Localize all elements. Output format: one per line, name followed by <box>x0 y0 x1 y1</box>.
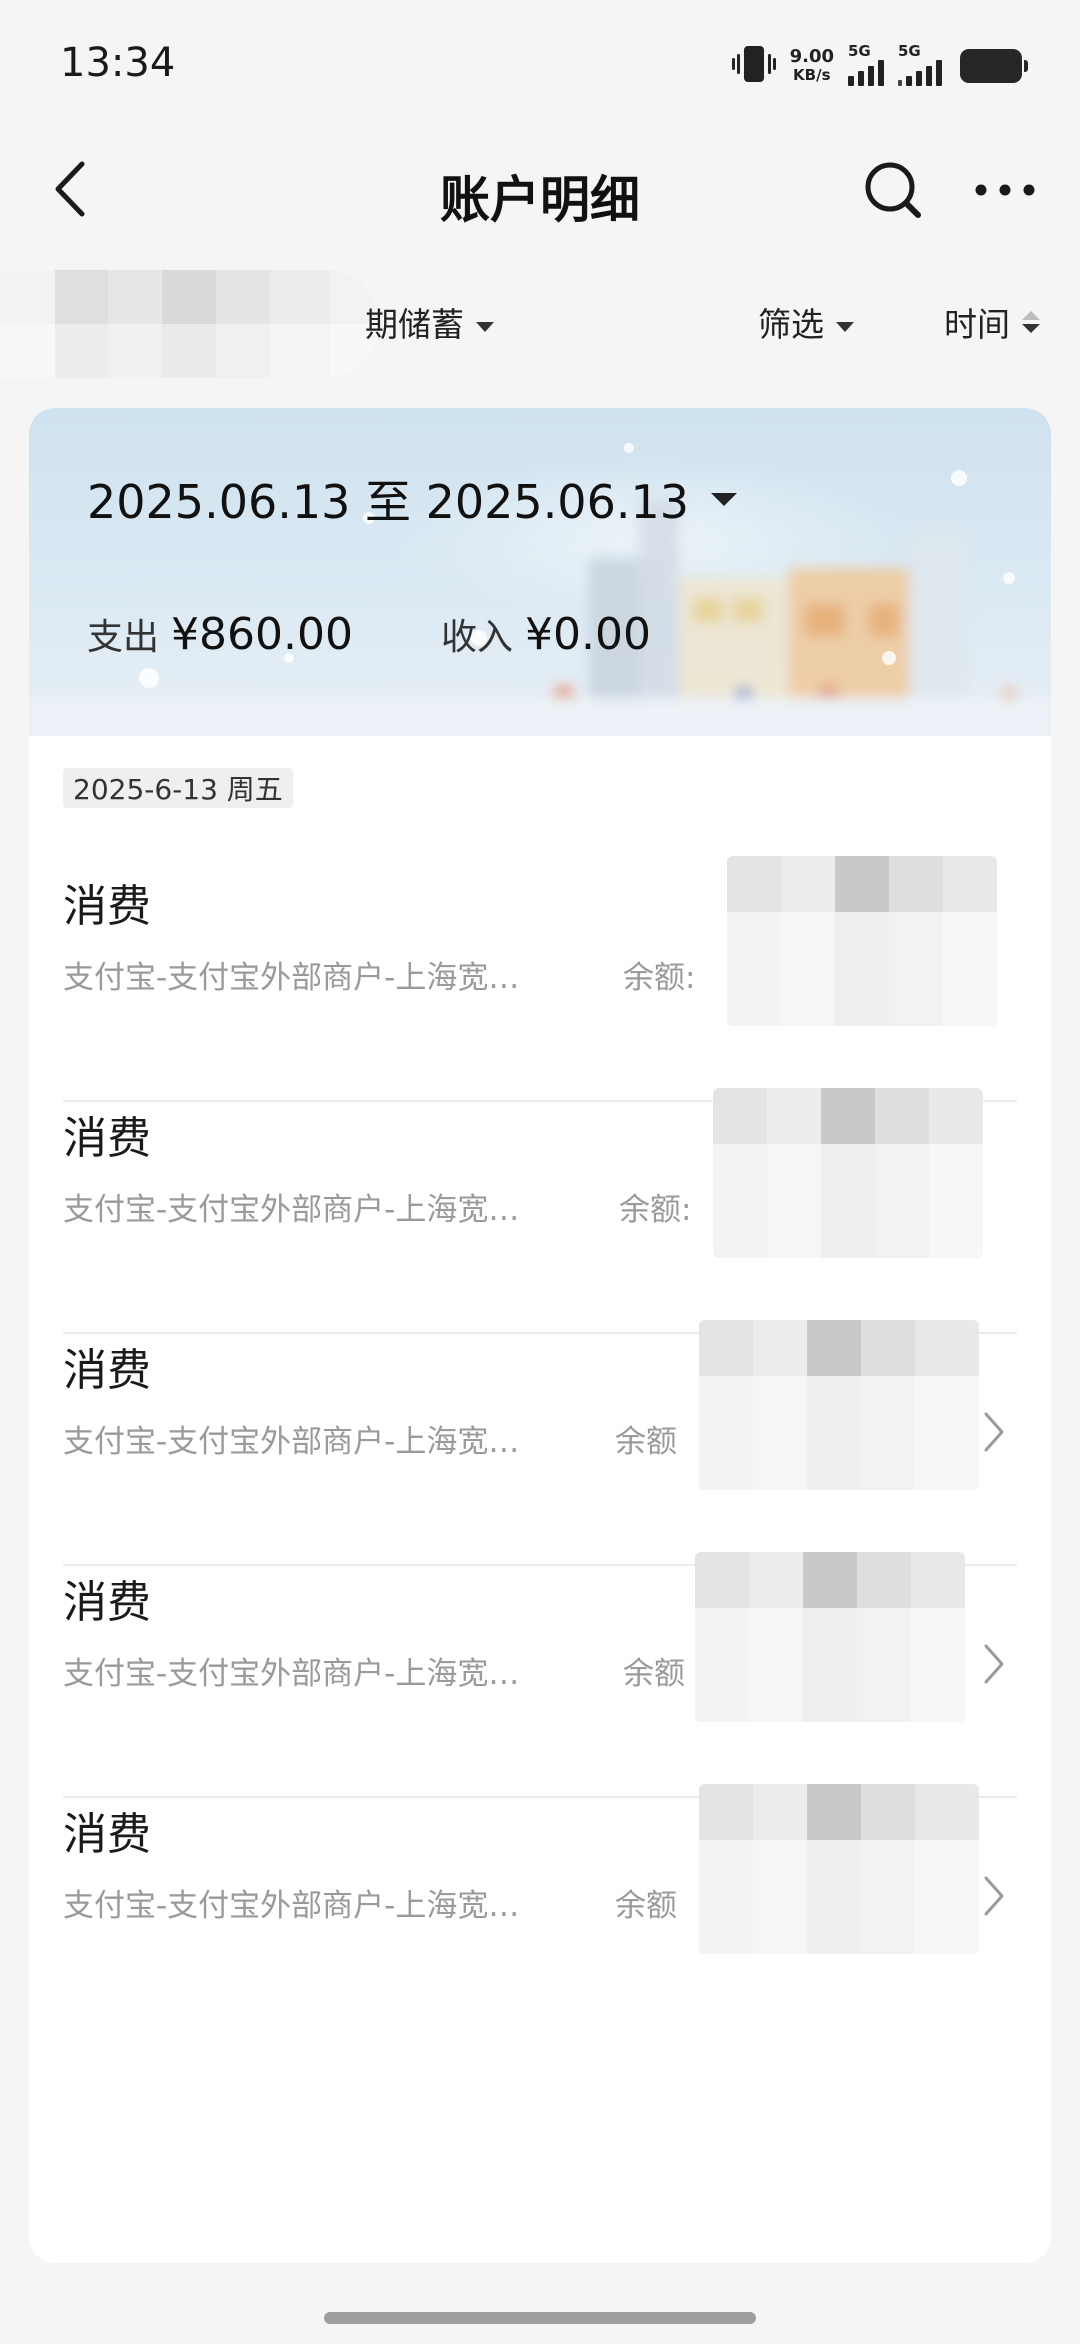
statement-card: 2025.06.13 至 2025.06.13 支出 ¥860.00 收入 ¥0… <box>29 408 1051 2263</box>
transaction-type: 消费 <box>63 1113 151 1164</box>
account-name-redacted <box>0 270 380 378</box>
account-selector-label: 期储蓄 <box>365 305 464 344</box>
filter-bar: 期储蓄 筛选 时间 <box>0 262 1080 382</box>
transaction-balance-label: 余额 <box>615 1888 677 1924</box>
transaction-amount-redacted <box>699 1320 979 1490</box>
signal-sim2-icon: 5G <box>898 42 942 86</box>
transaction-type: 消费 <box>63 1577 151 1628</box>
transaction-balance-label: 余额: <box>623 960 696 996</box>
sim1-label: 5G <box>848 42 871 60</box>
transaction-type: 消费 <box>63 1809 151 1860</box>
more-horizontal-icon <box>975 184 1035 196</box>
transaction-row[interactable]: 消费 支付宝-支付宝外部商户-上海宽… 余额: <box>63 856 1017 1102</box>
signal-sim1-icon: 5G <box>848 42 884 86</box>
time-sort-button[interactable]: 时间 <box>944 292 1040 352</box>
transaction-amount-redacted <box>695 1552 965 1722</box>
status-time: 13:34 <box>60 40 176 86</box>
transaction-description: 支付宝-支付宝外部商户-上海宽… <box>63 1888 520 1924</box>
transaction-amount-redacted <box>727 856 997 1026</box>
transaction-row[interactable]: 消费 支付宝-支付宝外部商户-上海宽… 余额 <box>63 1320 1017 1566</box>
income-value: ¥0.00 <box>524 609 651 660</box>
expense-value: ¥860.00 <box>171 609 353 660</box>
date-range-selector[interactable]: 2025.06.13 至 2025.06.13 <box>87 466 737 532</box>
vibrate-icon <box>731 44 776 88</box>
transaction-balance-label: 余额: <box>619 1192 692 1228</box>
search-icon <box>865 162 921 218</box>
caret-down-icon <box>836 321 854 332</box>
transaction-row[interactable]: 消费 支付宝-支付宝外部商户-上海宽… 余额 <box>63 1552 1017 1798</box>
summary-banner: 2025.06.13 至 2025.06.13 支出 ¥860.00 收入 ¥0… <box>29 408 1051 736</box>
date-group-tag: 2025-6-13 周五 <box>63 768 293 808</box>
account-selector[interactable]: 期储蓄 <box>365 298 494 346</box>
transaction-amount-redacted <box>699 1784 979 1954</box>
transaction-balance-label: 余额 <box>615 1424 677 1460</box>
filter-button-label: 筛选 <box>758 305 824 344</box>
network-speed-value: 9.00 <box>789 46 834 67</box>
sim2-label: 5G <box>898 42 921 60</box>
sort-icon <box>1022 311 1040 333</box>
more-button[interactable] <box>970 150 1040 230</box>
date-range-label: 2025.06.13 至 2025.06.13 <box>87 475 689 529</box>
expense-label: 支出 <box>87 617 160 658</box>
summary-totals: 支出 ¥860.00 收入 ¥0.00 <box>87 608 651 660</box>
winter-scene-illustration <box>29 443 1051 736</box>
transaction-row[interactable]: 消费 支付宝-支付宝外部商户-上海宽… 余额: <box>63 1088 1017 1334</box>
app-header: 账户明细 <box>0 130 1080 250</box>
chevron-right-icon <box>977 1866 1011 1926</box>
transaction-description: 支付宝-支付宝外部商户-上海宽… <box>63 1656 520 1692</box>
transaction-balance-label: 余额 <box>623 1656 685 1692</box>
chevron-right-icon <box>977 1634 1011 1694</box>
transaction-type: 消费 <box>63 881 151 932</box>
status-bar: 13:34 9.00 KB/s 5G 5G <box>0 0 1080 130</box>
transaction-type: 消费 <box>63 1345 151 1396</box>
home-indicator[interactable] <box>324 2312 756 2324</box>
transaction-amount-redacted <box>713 1088 983 1258</box>
search-button[interactable] <box>858 150 928 230</box>
battery-icon <box>960 49 1028 83</box>
transaction-row[interactable]: 消费 支付宝-支付宝外部商户-上海宽… 余额 <box>63 1784 1017 2030</box>
transaction-description: 支付宝-支付宝外部商户-上海宽… <box>63 960 520 996</box>
chevron-right-icon <box>977 1402 1011 1462</box>
caret-down-icon <box>711 492 737 506</box>
transaction-description: 支付宝-支付宝外部商户-上海宽… <box>63 1192 520 1228</box>
filter-button[interactable]: 筛选 <box>758 292 854 352</box>
network-speed-unit: KB/s <box>793 66 831 84</box>
transaction-description: 支付宝-支付宝外部商户-上海宽… <box>63 1424 520 1460</box>
network-speed: 9.00 KB/s <box>789 46 834 85</box>
time-sort-label: 时间 <box>944 305 1010 344</box>
status-icons: 9.00 KB/s 5G 5G <box>731 42 1028 88</box>
caret-down-icon <box>476 321 494 332</box>
income-label: 收入 <box>440 617 513 658</box>
